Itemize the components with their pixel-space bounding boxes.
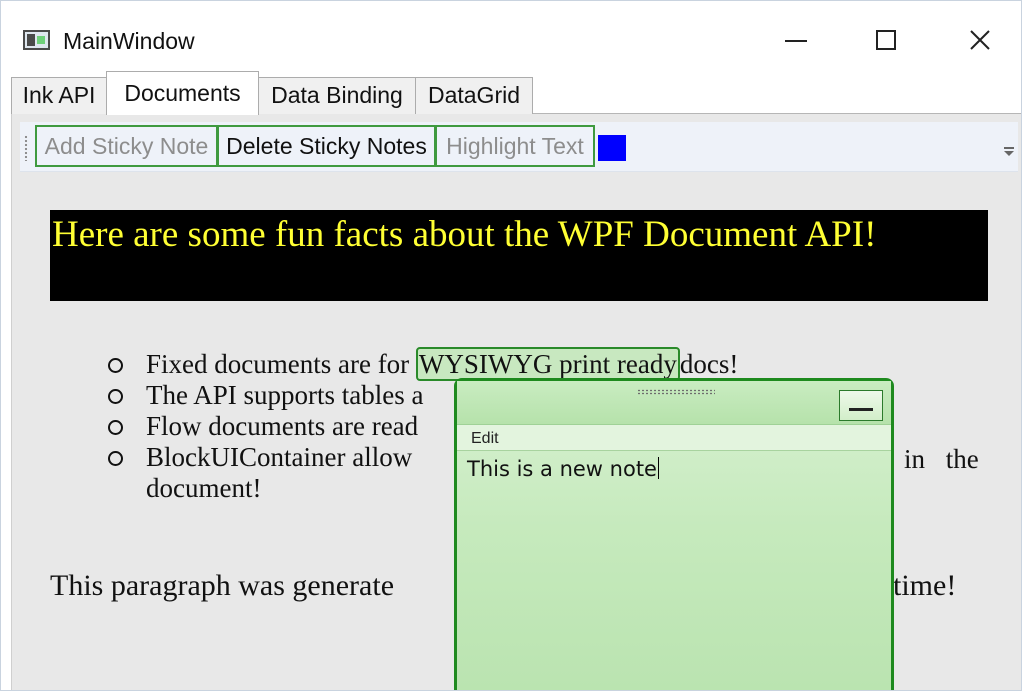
highlight-text-button[interactable]: Highlight Text [435,125,595,167]
minimize-icon [849,408,873,411]
sticky-note[interactable]: Edit This is a new note [454,378,894,690]
close-icon [970,30,990,50]
list-item-text: Flow documents are read [146,411,419,441]
add-sticky-note-button[interactable]: Add Sticky Note [35,125,218,167]
tab-ink-api[interactable]: Ink API [11,77,107,114]
tab-documents[interactable]: Documents [106,71,259,115]
bullet-icon [108,389,123,404]
document-paragraph: This paragraph was generate [50,569,395,602]
toolbar-grip-icon[interactable] [24,135,28,161]
list-item-text: docs! [679,349,739,379]
list-item-text: The API supports tables a [146,380,424,410]
window-title: MainWindow [63,28,195,54]
list-item: Fixed documents are for WYSIWYG print re… [106,347,988,381]
list-item-text: document! [146,473,262,503]
minimize-button[interactable] [773,17,819,63]
maximize-button[interactable] [863,17,909,63]
maximize-icon [876,30,896,50]
text-caret [657,457,660,479]
list-item-text-end: in the [904,444,979,474]
sticky-note-text-area[interactable]: This is a new note [467,455,885,690]
sticky-note-header[interactable] [457,381,891,425]
highlighted-text[interactable]: WYSIWYG print ready [415,347,680,381]
tab-datagrid[interactable]: DataGrid [415,77,533,114]
document-heading: Here are some fun facts about the WPF Do… [50,210,988,301]
bullet-icon [108,420,123,435]
close-button[interactable] [957,17,1003,63]
toolbar: Add Sticky Note Delete Sticky Notes High… [20,122,1018,172]
list-item-text: BlockUIContainer allow [146,442,413,472]
delete-sticky-notes-button[interactable]: Delete Sticky Notes [217,125,436,167]
tab-data-binding[interactable]: Data Binding [258,77,416,114]
drag-handle-icon[interactable] [637,389,715,395]
sticky-note-menu-bar: Edit [457,425,891,451]
main-window: MainWindow Ink API Documents Data Bindin… [0,0,1022,691]
documents-tab-content: Add Sticky Note Delete Sticky Notes High… [11,114,1021,690]
bullet-icon [108,451,123,466]
bullet-icon [108,358,123,373]
sticky-note-minimize-button[interactable] [839,390,883,421]
sticky-note-text: This is a new note [467,457,657,481]
title-bar[interactable]: MainWindow [1,1,1021,67]
highlight-color-swatch[interactable] [598,135,626,161]
toolbar-overflow-icon[interactable] [1002,147,1016,163]
menu-item-edit[interactable]: Edit [471,430,499,448]
list-item-text: Fixed documents are for [146,349,416,379]
window-app-icon [23,30,50,50]
minimize-icon [785,40,807,42]
